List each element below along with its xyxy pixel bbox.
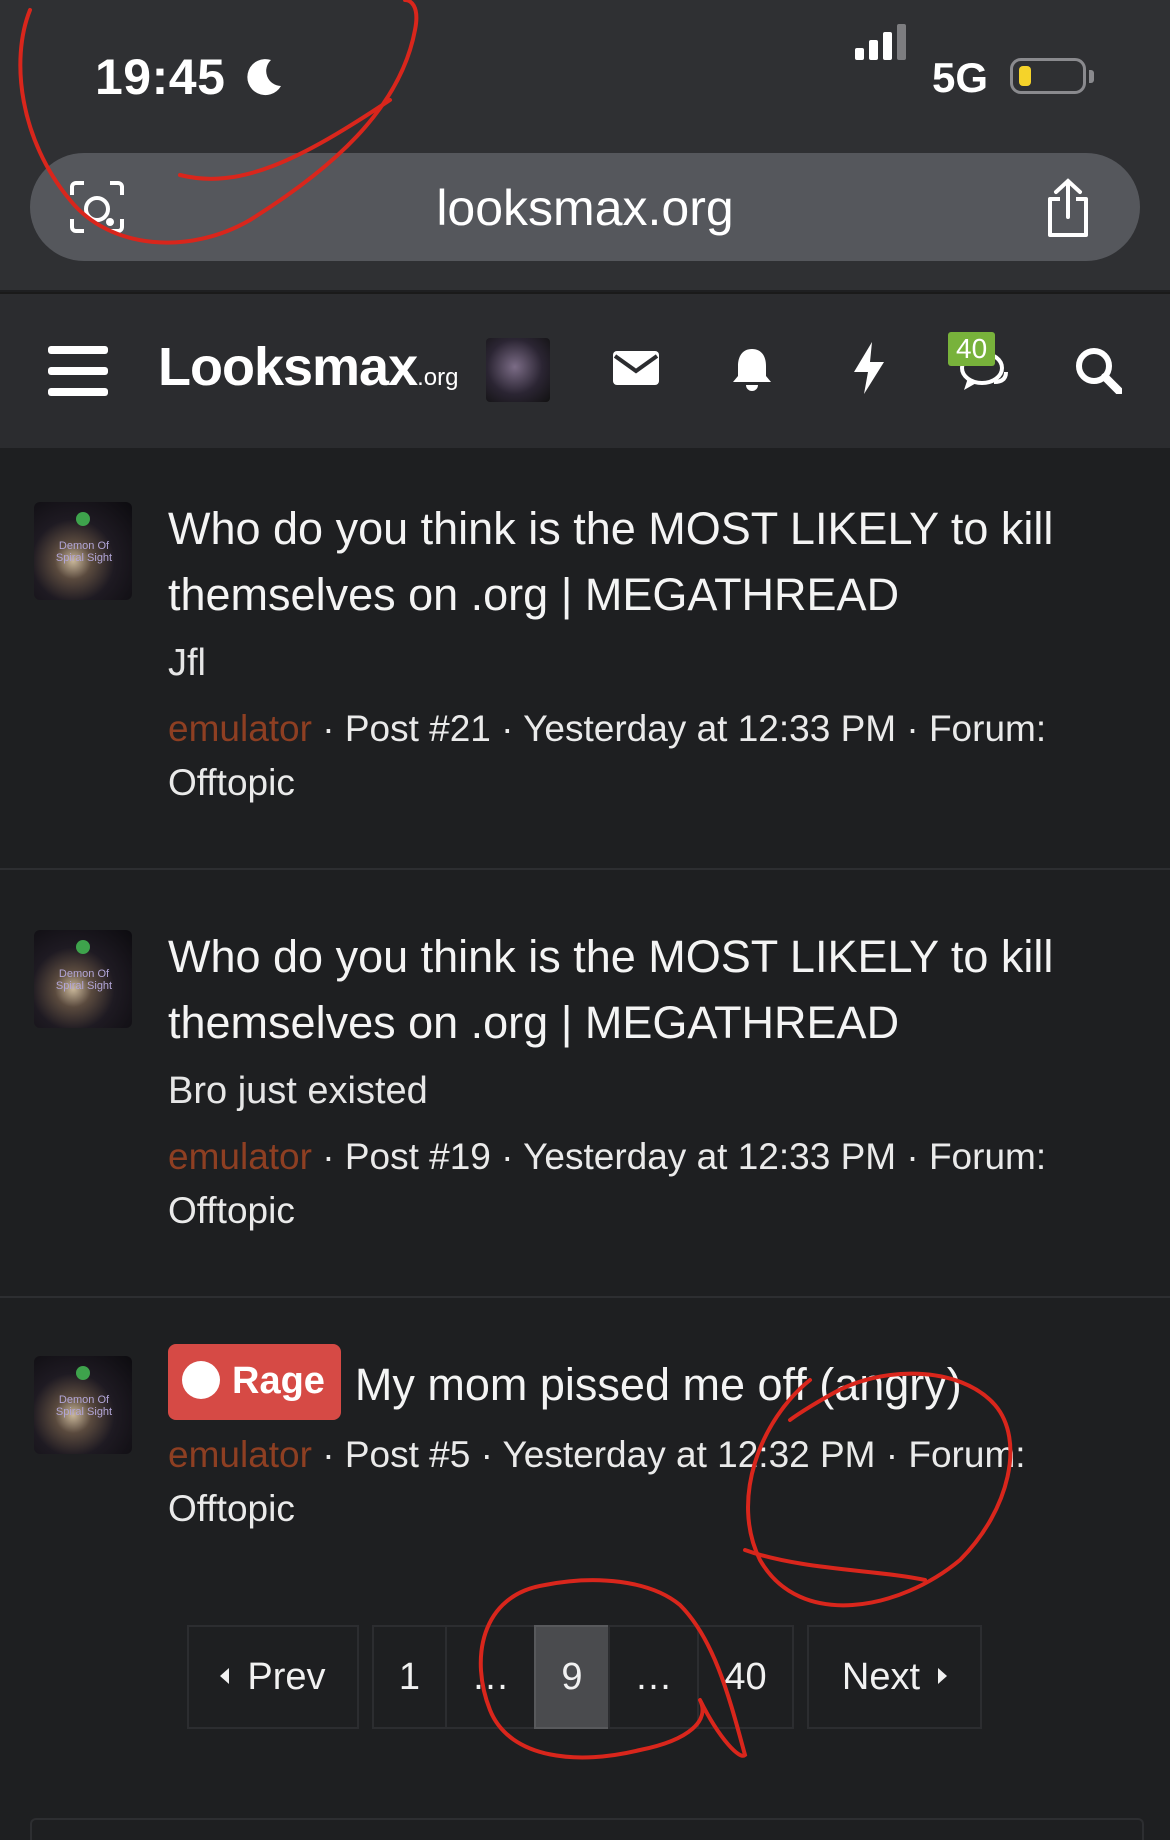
result-author[interactable]: emulator (168, 1434, 312, 1475)
page-link-1[interactable]: 1 (372, 1625, 447, 1729)
site-logo[interactable]: Looksmax.org (158, 336, 458, 398)
angry-face-icon (182, 1360, 220, 1399)
pagination: Prev 1 … 9 … 40 Next (0, 1625, 1170, 1729)
result-avatar[interactable]: Demon Of Spiral Sight (34, 930, 132, 1028)
site-header: Looksmax.org 40 (0, 292, 1170, 448)
mail-icon[interactable] (612, 350, 660, 386)
page-link-last[interactable]: 40 (697, 1625, 794, 1729)
url-bar[interactable]: looksmax.org (30, 153, 1140, 261)
page-ellipsis[interactable]: … (445, 1625, 536, 1729)
moon-icon (247, 59, 281, 96)
next-page-button[interactable]: Next (807, 1625, 982, 1729)
result-avatar[interactable]: Demon Of Spiral Sight (34, 502, 132, 600)
result-author[interactable]: emulator (168, 708, 312, 749)
bolt-icon[interactable] (852, 342, 886, 394)
share-icon[interactable] (1040, 177, 1096, 239)
url-text[interactable]: looksmax.org (30, 179, 1140, 237)
result-snippet: Bro just existed (168, 1070, 428, 1112)
result-meta: emulator · Post #21 · Yesterday at 12:33… (168, 708, 1047, 803)
browser-chrome: 19:45 5G looksmax.org (0, 0, 1170, 290)
result-meta: emulator · Post #19 · Yesterday at 12:33… (168, 1136, 1047, 1231)
user-avatar[interactable] (486, 338, 550, 402)
result-meta: emulator · Post #5 · Yesterday at 12:32 … (168, 1434, 1026, 1529)
battery-icon (1010, 58, 1086, 94)
result-snippet: Jfl (168, 642, 206, 684)
search-result: Demon Of Spiral Sight Who do you think i… (0, 870, 1170, 1298)
page-link-current[interactable]: 9 (534, 1625, 610, 1729)
search-result: Demon Of Spiral Sight Who do you think i… (0, 446, 1170, 870)
chevron-right-icon (938, 1667, 948, 1684)
result-title[interactable]: Who do you think is the MOST LIKELY to k… (168, 496, 1140, 628)
result-avatar[interactable]: Demon Of Spiral Sight (34, 1356, 132, 1454)
menu-icon[interactable] (48, 346, 108, 396)
chevron-left-icon (220, 1667, 230, 1684)
page-ellipsis[interactable]: … (608, 1625, 699, 1729)
search-result: Demon Of Spiral Sight Rage My mom pissed … (0, 1298, 1170, 1588)
result-title[interactable]: Who do you think is the MOST LIKELY to k… (168, 924, 1140, 1056)
prev-page-button[interactable]: Prev (187, 1625, 359, 1729)
result-title[interactable]: Rage My mom pissed me off (angry) (168, 1344, 1140, 1426)
rage-prefix-tag: Rage (168, 1344, 341, 1420)
search-icon[interactable] (1074, 346, 1122, 394)
conversations-badge: 40 (948, 332, 996, 366)
next-section-edge (30, 1818, 1144, 1840)
status-time: 19:45 (95, 49, 226, 105)
result-author[interactable]: emulator (168, 1136, 312, 1177)
network-label: 5G (932, 54, 989, 101)
bell-icon[interactable] (730, 346, 774, 392)
